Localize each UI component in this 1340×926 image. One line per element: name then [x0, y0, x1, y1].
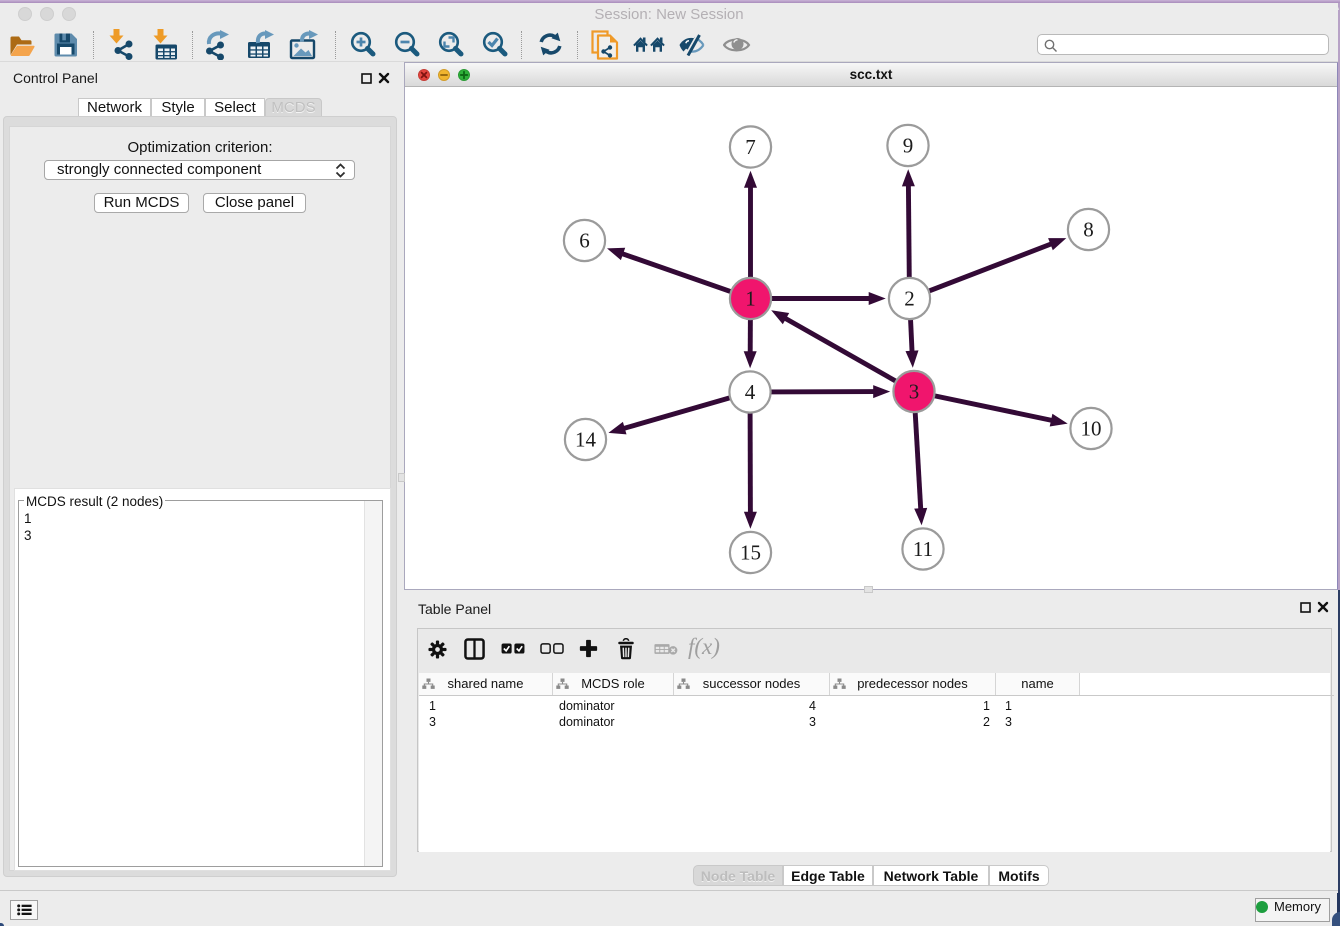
svg-text:4: 4	[745, 380, 756, 404]
svg-text:1: 1	[745, 287, 756, 311]
svg-text:9: 9	[903, 134, 914, 158]
svg-text:8: 8	[1083, 218, 1094, 242]
svg-text:2: 2	[904, 287, 915, 311]
svg-text:3: 3	[909, 380, 920, 404]
svg-text:14: 14	[575, 428, 597, 452]
svg-text:11: 11	[913, 537, 933, 561]
svg-text:15: 15	[740, 541, 761, 565]
svg-text:10: 10	[1081, 417, 1102, 441]
svg-text:6: 6	[579, 229, 590, 253]
svg-text:7: 7	[745, 135, 756, 159]
